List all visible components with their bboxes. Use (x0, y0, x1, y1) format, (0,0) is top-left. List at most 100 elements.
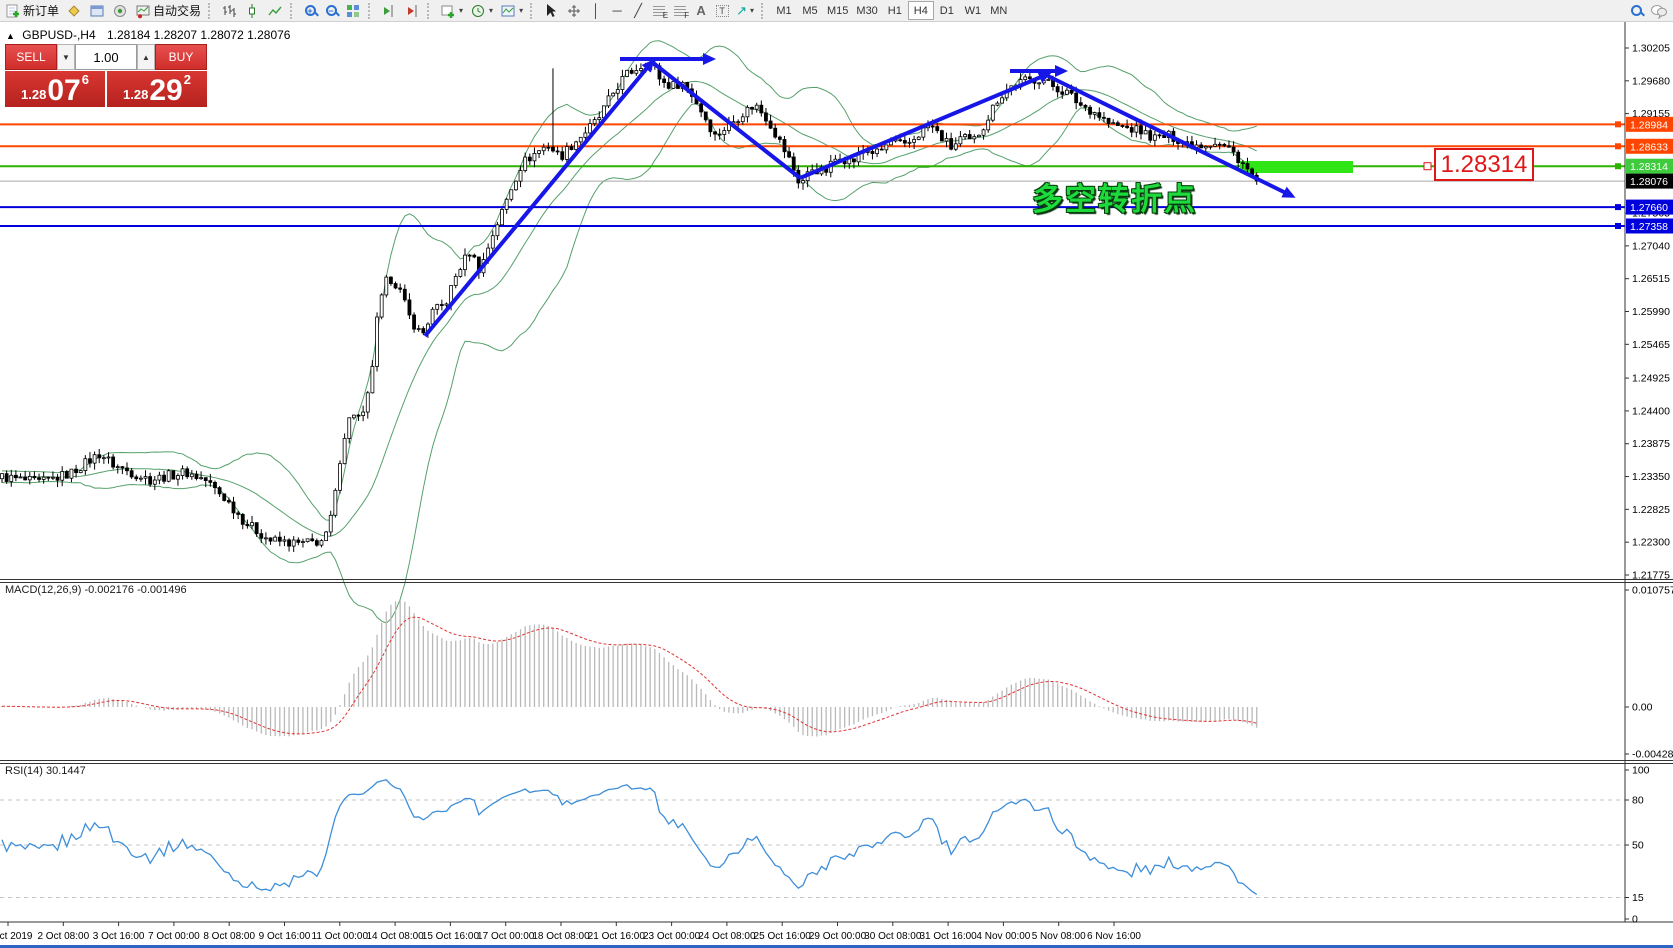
candle[interactable] (1, 474, 4, 479)
candle[interactable] (607, 96, 610, 106)
candle[interactable] (362, 412, 365, 415)
candle[interactable] (394, 284, 397, 288)
line-endpoint-marker[interactable] (1615, 121, 1621, 127)
candle[interactable] (260, 534, 263, 539)
candle[interactable] (385, 277, 388, 295)
candle[interactable] (621, 76, 624, 89)
candle[interactable] (746, 107, 749, 116)
candle[interactable] (1061, 92, 1064, 94)
candle[interactable] (251, 523, 254, 526)
candle[interactable] (38, 478, 41, 480)
timeframe-button-d1[interactable]: D1 (934, 1, 960, 20)
candle[interactable] (436, 305, 439, 310)
candle[interactable] (718, 134, 721, 135)
candle[interactable] (945, 139, 948, 141)
candle[interactable] (931, 126, 934, 127)
candle[interactable] (991, 105, 994, 120)
candle[interactable] (593, 120, 596, 124)
line-endpoint-marker[interactable] (1615, 223, 1621, 229)
candle[interactable] (431, 309, 434, 324)
candle[interactable] (1084, 105, 1087, 107)
candle[interactable] (639, 69, 642, 71)
candle[interactable] (899, 140, 902, 141)
candle[interactable] (10, 475, 13, 481)
candle[interactable] (47, 477, 50, 478)
text-label-tool-button[interactable]: T (712, 1, 732, 21)
tile-windows-button[interactable] (342, 1, 364, 21)
price-callout-box[interactable]: 1.28314 (1434, 148, 1534, 181)
candle[interactable] (75, 469, 78, 472)
candle[interactable] (612, 93, 615, 96)
candle[interactable] (107, 457, 110, 458)
candle[interactable] (704, 112, 707, 120)
auto-scroll-button[interactable] (401, 1, 423, 21)
candle[interactable] (181, 469, 184, 476)
candle[interactable] (982, 130, 985, 135)
candle[interactable] (764, 113, 767, 121)
candle[interactable] (325, 532, 328, 541)
candle[interactable] (200, 478, 203, 479)
candle[interactable] (288, 540, 291, 546)
candle[interactable] (1218, 144, 1221, 145)
candle[interactable] (1232, 147, 1235, 152)
toolbar-grip[interactable] (368, 3, 374, 19)
candle[interactable] (968, 135, 971, 139)
new-chart-button[interactable]: ▾ (437, 1, 466, 21)
candle[interactable] (1153, 135, 1156, 140)
candle[interactable] (454, 276, 457, 285)
candle[interactable] (93, 455, 96, 463)
candle[interactable] (589, 124, 592, 133)
candle[interactable] (61, 471, 64, 480)
candle[interactable] (783, 139, 786, 151)
candle[interactable] (348, 418, 351, 439)
templates-button[interactable]: ▾ (497, 1, 526, 21)
sell-price-box[interactable]: 1.28 07 6 (5, 71, 105, 107)
candle[interactable] (1158, 135, 1161, 136)
candle[interactable] (524, 157, 527, 170)
toolbar-grip[interactable] (427, 3, 433, 19)
candle[interactable] (283, 540, 286, 541)
candle[interactable] (1214, 144, 1217, 146)
candle[interactable] (1065, 90, 1068, 94)
candle[interactable] (940, 131, 943, 141)
candle[interactable] (751, 107, 754, 109)
candle[interactable] (399, 288, 402, 289)
chat-button[interactable] (1647, 1, 1671, 21)
candle[interactable] (491, 236, 494, 248)
candle[interactable] (190, 474, 193, 477)
buy-button[interactable]: BUY (155, 44, 207, 70)
candle[interactable] (98, 455, 101, 458)
candle[interactable] (223, 494, 226, 501)
candle[interactable] (723, 131, 726, 135)
candle[interactable] (371, 366, 374, 392)
candle[interactable] (278, 537, 281, 541)
candle[interactable] (445, 304, 448, 305)
timeframe-button-m30[interactable]: M30 (852, 1, 881, 20)
candle[interactable] (102, 458, 105, 459)
candle[interactable] (575, 142, 578, 150)
candle[interactable] (885, 145, 888, 150)
candle[interactable] (459, 270, 462, 277)
candle[interactable] (1227, 146, 1230, 147)
text-tool-button[interactable]: A (691, 1, 711, 21)
candle[interactable] (24, 477, 27, 480)
search-button[interactable] (1626, 1, 1646, 21)
candle[interactable] (769, 121, 772, 128)
candle[interactable] (903, 140, 906, 143)
candle[interactable] (1223, 144, 1226, 145)
candle[interactable] (274, 537, 277, 541)
timeframe-button-h4[interactable]: H4 (908, 1, 934, 20)
volume-decrease-button[interactable]: ▼ (57, 44, 75, 70)
candle[interactable] (1102, 117, 1105, 118)
candle[interactable] (700, 104, 703, 112)
candle[interactable] (14, 475, 17, 477)
candle[interactable] (366, 393, 369, 412)
candle[interactable] (246, 524, 249, 525)
candle[interactable] (598, 118, 601, 120)
candle[interactable] (116, 467, 119, 468)
candle[interactable] (917, 137, 920, 139)
line-endpoint-marker[interactable] (1615, 163, 1621, 169)
candle[interactable] (112, 457, 115, 467)
candle[interactable] (149, 477, 152, 485)
candle[interactable] (1098, 113, 1101, 118)
